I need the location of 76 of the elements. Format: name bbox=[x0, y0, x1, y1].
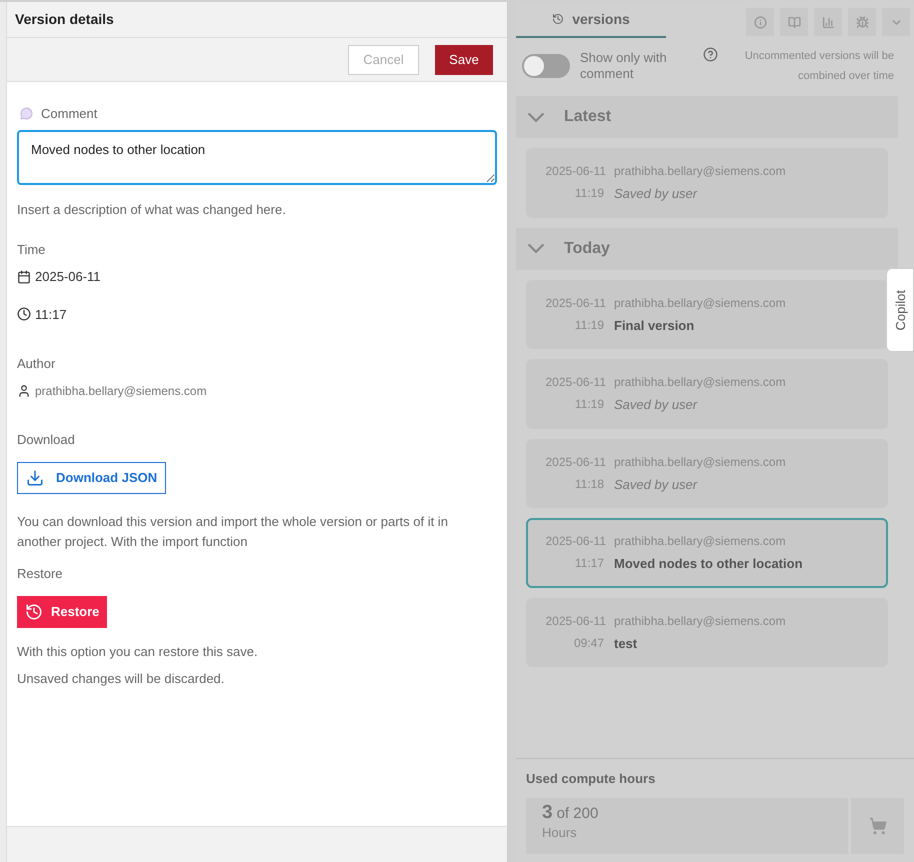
calendar-icon bbox=[17, 270, 31, 284]
version-card[interactable]: 2025-06-11 11:18 prathibha.bellary@siemens.com Saved by user bbox=[526, 438, 888, 508]
version-time: 11:17 bbox=[574, 555, 605, 572]
version-card[interactable]: 2025-06-11 09:47 prathibha.bellary@siemens.com test bbox=[526, 598, 888, 667]
time-text: 11:17 bbox=[35, 306, 67, 324]
bug-icon[interactable] bbox=[848, 8, 876, 36]
version-time: 11:19 bbox=[574, 316, 605, 334]
version-author: prathibha.bellary@siemens.com bbox=[614, 454, 786, 470]
history-icon bbox=[552, 13, 564, 25]
toggle-label: Show only with comment bbox=[580, 50, 668, 82]
version-author: prathibha.bellary@siemens.com bbox=[614, 294, 786, 312]
version-author: prathibha.bellary@siemens.com bbox=[614, 163, 786, 180]
description-text: With this option you can restore this save. bbox=[17, 642, 259, 661]
restore-button[interactable]: Restore bbox=[17, 596, 108, 628]
author-text: prathibha.bellary@siemens.com bbox=[35, 382, 207, 400]
speech-bubble-icon bbox=[20, 107, 33, 120]
version-date: 2025-06-11 bbox=[546, 294, 606, 312]
version-date: 2025-06-11 bbox=[546, 533, 606, 550]
version-author: prathibha.bellary@siemens.com bbox=[614, 612, 786, 630]
version-date: 2025-06-11 bbox=[546, 163, 606, 180]
download-icon bbox=[26, 469, 44, 487]
hours-unit: Hours bbox=[542, 824, 578, 840]
group-header[interactable]: Latest bbox=[516, 96, 898, 138]
field-label: Download bbox=[17, 430, 76, 448]
version-card[interactable]: 2025-06-11 11:19 prathibha.bellary@siemens.com Final version bbox=[526, 280, 888, 349]
panel-title: Version details bbox=[15, 10, 114, 29]
description-text: You can download this version and import the whole version or parts of it in another project. With the import function bbox=[17, 513, 449, 551]
version-comment: test bbox=[614, 634, 638, 652]
group-header[interactable]: Today bbox=[516, 228, 898, 270]
date-text: 2025-06-11 bbox=[35, 268, 101, 286]
version-author: prathibha.bellary@siemens.com bbox=[614, 533, 787, 550]
version-time: 11:18 bbox=[574, 476, 605, 492]
version-comment: Saved by user bbox=[614, 476, 698, 494]
version-comment: Saved by user bbox=[614, 185, 698, 203]
toggle-switch[interactable] bbox=[522, 54, 570, 78]
copilot-tab[interactable]: Copilot bbox=[886, 268, 914, 352]
bar-chart-icon[interactable] bbox=[814, 8, 842, 36]
version-comment: Saved by user bbox=[614, 396, 698, 414]
restore-icon bbox=[25, 602, 43, 620]
versions-tab[interactable]: versions bbox=[516, 2, 666, 38]
field-label: Restore bbox=[17, 565, 64, 583]
cart-button[interactable] bbox=[851, 798, 904, 854]
version-time: 11:19 bbox=[574, 396, 605, 413]
description-text: Unsaved changes will be discarded. bbox=[17, 670, 226, 688]
group-title: Today bbox=[564, 238, 610, 258]
comment-field[interactable]: Moved nodes to other location bbox=[17, 130, 497, 184]
field-label: Comment bbox=[41, 105, 98, 123]
version-card[interactable]: 2025-06-11 11:19 prathibha.bellary@siemens.com Saved by user bbox=[526, 359, 888, 428]
version-time: 09:47 bbox=[574, 634, 605, 652]
version-date: 2025-06-11 bbox=[546, 374, 606, 391]
field-label: Time bbox=[17, 240, 46, 258]
hint-text: Uncommented versions will be combined over time bbox=[744, 49, 894, 84]
version-card[interactable]: 2025-06-11 11:19 prathibha.bellary@siemens.com Saved by user bbox=[526, 148, 888, 218]
used-hours: 3 bbox=[542, 802, 553, 825]
version-card[interactable]: 2025-06-11 11:17 prathibha.bellary@siemens.com Moved nodes to other location bbox=[526, 518, 888, 588]
field-label: Author bbox=[17, 355, 56, 373]
group-title: Latest bbox=[564, 107, 612, 127]
version-author: prathibha.bellary@siemens.com bbox=[614, 374, 786, 391]
info-icon[interactable] bbox=[746, 8, 774, 36]
total-hours: of 200 bbox=[556, 805, 598, 823]
dropdown-icon[interactable] bbox=[882, 8, 910, 36]
cancel-button[interactable]: Cancel bbox=[348, 44, 419, 74]
section-label: Used compute hours bbox=[526, 770, 656, 788]
save-button[interactable]: Save bbox=[435, 44, 493, 74]
help-icon bbox=[703, 47, 718, 62]
download-button[interactable]: Download JSON bbox=[17, 462, 166, 494]
user-icon bbox=[17, 384, 31, 398]
clock-icon bbox=[17, 307, 31, 322]
version-time: 11:19 bbox=[574, 185, 605, 202]
book-icon[interactable] bbox=[780, 8, 808, 36]
version-date: 2025-06-11 bbox=[546, 454, 606, 470]
field-hint: Insert a description of what was changed here. bbox=[17, 201, 287, 219]
version-comment: Final version bbox=[614, 316, 696, 334]
version-comment: Moved nodes to other location bbox=[614, 555, 803, 573]
version-date: 2025-06-11 bbox=[546, 612, 606, 630]
cart-icon bbox=[868, 817, 886, 835]
